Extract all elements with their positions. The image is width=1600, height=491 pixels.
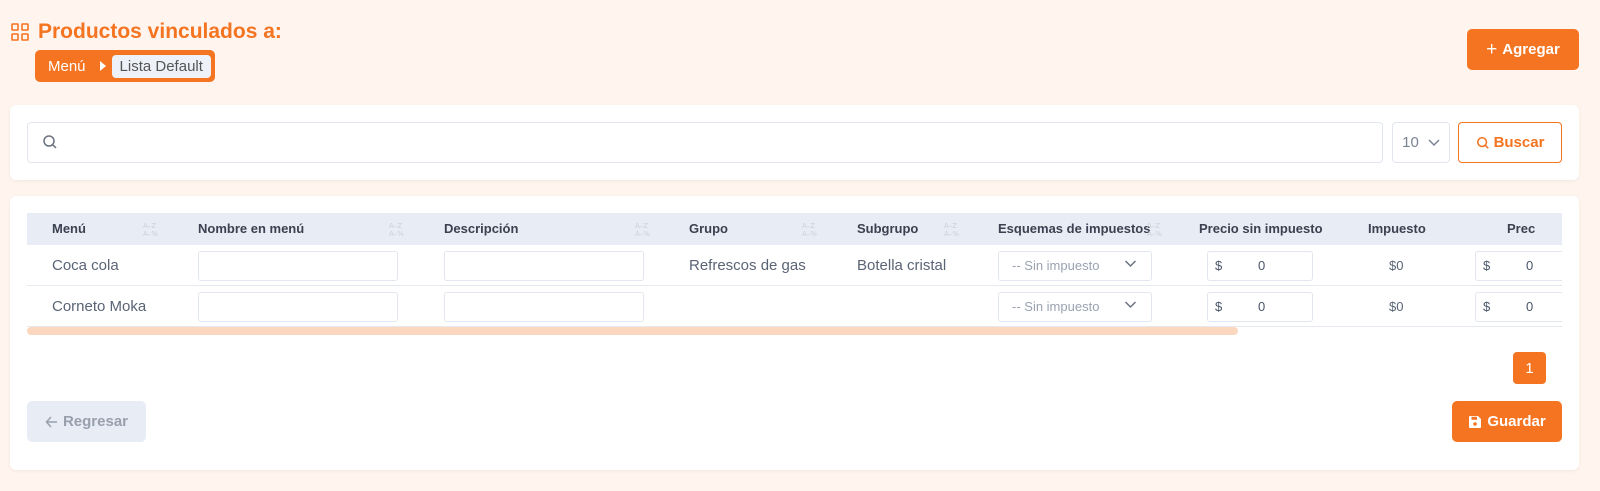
back-button-label: Regresar: [62, 413, 129, 430]
save-icon: [1469, 415, 1482, 428]
cell-subgrupo: Botella cristal: [857, 257, 947, 274]
chevron-down-icon: [1124, 301, 1137, 309]
search-card: 10 Buscar: [10, 105, 1579, 180]
chevron-down-icon: [1124, 260, 1137, 268]
cell-menu: Coca cola: [52, 257, 119, 274]
products-table: Menú A–Z A–% Nombre en menú A–Z A–% Descri…: [27, 213, 1562, 329]
sort-icon[interactable]: A–Z A–%: [635, 221, 655, 238]
column-header-descripcion[interactable]: Descripción: [444, 213, 518, 245]
precio-input[interactable]: $ 0: [1475, 251, 1562, 281]
currency-symbol: $: [1215, 258, 1223, 273]
nombre-en-menu-input[interactable]: [198, 292, 398, 322]
sort-icon[interactable]: A–Z A–%: [143, 221, 163, 238]
chevron-down-icon: [1428, 138, 1440, 146]
tax-scheme-select[interactable]: -- Sin impuesto: [998, 292, 1152, 322]
currency-symbol: $: [1483, 258, 1491, 273]
table-card: Menú A–Z A–% Nombre en menú A–Z A–% Descri…: [10, 196, 1579, 470]
precio-input[interactable]: $ 0: [1475, 292, 1562, 322]
precio-sin-impuesto-value: 0: [1258, 258, 1266, 273]
save-button[interactable]: Guardar: [1452, 401, 1562, 442]
table-header: Menú A–Z A–% Nombre en menú A–Z A–% Descri…: [27, 213, 1562, 245]
svg-text:A–%: A–%: [1147, 230, 1162, 237]
cell-impuesto: $0: [1389, 299, 1404, 314]
column-header-menu[interactable]: Menú: [52, 213, 86, 245]
page-header: Productos vinculados a: Menú Lista Defau…: [10, 20, 282, 82]
cell-grupo: Refrescos de gas: [689, 257, 806, 274]
svg-text:A–%: A–%: [389, 230, 404, 237]
column-header-precio-sin-impuesto[interactable]: Precio sin impuesto: [1199, 213, 1323, 245]
svg-text:A–%: A–%: [635, 230, 650, 237]
precio-sin-impuesto-input[interactable]: $ 0: [1207, 292, 1313, 322]
horizontal-scrollbar[interactable]: [27, 327, 1238, 335]
descripcion-input[interactable]: [444, 251, 644, 281]
nombre-en-menu-input[interactable]: [198, 251, 398, 281]
svg-text:A–Z: A–Z: [1147, 222, 1160, 230]
svg-text:A–Z: A–Z: [389, 222, 402, 230]
cell-menu: Corneto Moka: [52, 298, 147, 315]
tax-scheme-value: -- Sin impuesto: [1012, 258, 1100, 273]
caret-right-icon: [99, 61, 106, 71]
column-header-subgrupo[interactable]: Subgrupo: [857, 213, 918, 245]
svg-text:A–Z: A–Z: [944, 222, 957, 230]
descripcion-input[interactable]: [444, 292, 644, 322]
column-header-impuesto[interactable]: Impuesto: [1368, 213, 1426, 245]
svg-text:A–%: A–%: [802, 230, 817, 237]
title-row: Productos vinculados a:: [10, 20, 282, 44]
breadcrumb: Menú Lista Default: [35, 50, 215, 82]
currency-symbol: $: [1215, 299, 1223, 314]
plus-icon: +: [1486, 39, 1498, 60]
breadcrumb-menu[interactable]: Menú: [48, 58, 86, 75]
svg-text:A–Z: A–Z: [635, 222, 648, 230]
table-row: Corneto Moka -- Sin impuesto $ 0 $0 $ 0: [27, 286, 1562, 327]
precio-value: 0: [1526, 258, 1534, 273]
save-button-label: Guardar: [1487, 413, 1546, 430]
add-button-label: Agregar: [1502, 41, 1560, 58]
precio-value: 0: [1526, 299, 1534, 314]
page-size-value: 10: [1402, 134, 1419, 151]
sort-icon[interactable]: A–Z A–%: [389, 221, 409, 238]
svg-text:A–%: A–%: [143, 230, 158, 237]
sort-icon[interactable]: A–Z A–%: [1147, 221, 1167, 238]
currency-symbol: $: [1483, 299, 1491, 314]
svg-text:A–Z: A–Z: [802, 222, 815, 230]
search-box: [27, 122, 1383, 163]
search-icon: [42, 134, 58, 150]
pagination-page-button[interactable]: 1: [1513, 352, 1546, 384]
back-button[interactable]: Regresar: [27, 401, 146, 442]
sort-icon[interactable]: A–Z A–%: [944, 221, 964, 238]
cell-impuesto: $0: [1389, 258, 1404, 273]
add-button[interactable]: + Agregar: [1467, 29, 1579, 70]
tax-scheme-value: -- Sin impuesto: [1012, 299, 1100, 314]
precio-sin-impuesto-value: 0: [1258, 299, 1266, 314]
arrow-left-icon: [45, 415, 57, 428]
precio-sin-impuesto-input[interactable]: $ 0: [1207, 251, 1313, 281]
svg-text:A–Z: A–Z: [143, 222, 156, 230]
tax-scheme-select[interactable]: -- Sin impuesto: [998, 251, 1152, 281]
svg-text:A–%: A–%: [944, 230, 959, 237]
column-header-esquemas[interactable]: Esquemas de impuestos: [998, 213, 1150, 245]
page-size-select[interactable]: 10: [1392, 122, 1450, 163]
grid-icon: [10, 22, 30, 42]
search-input[interactable]: [68, 123, 1368, 162]
page-title: Productos vinculados a:: [38, 20, 282, 43]
breadcrumb-current: Lista Default: [111, 54, 211, 78]
search-button[interactable]: Buscar: [1458, 122, 1562, 163]
column-header-precio[interactable]: Prec: [1507, 213, 1535, 245]
column-header-grupo[interactable]: Grupo: [689, 213, 728, 245]
search-button-label: Buscar: [1493, 134, 1545, 151]
sort-icon[interactable]: A–Z A–%: [802, 221, 822, 238]
table-row: Coca cola Refrescos de gas Botella crist…: [27, 245, 1562, 286]
search-icon: [1476, 136, 1489, 149]
column-header-nombre[interactable]: Nombre en menú: [198, 213, 304, 245]
